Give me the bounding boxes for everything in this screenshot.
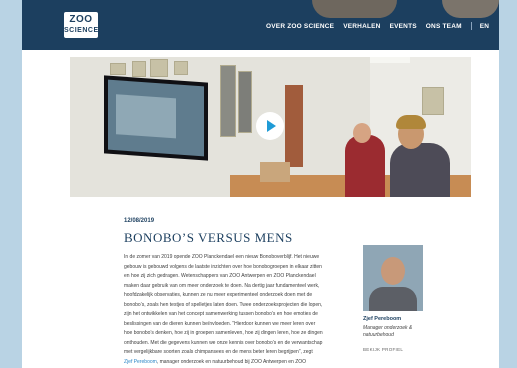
author-name: Zjef Pereboom [363, 316, 402, 322]
language-switch-en[interactable]: EN [480, 23, 489, 30]
site-header: ZOO SCIENCE OVER ZOO SCIENCE VERHALEN EV… [22, 0, 499, 50]
author-photo-face [381, 257, 405, 285]
article-line: maken daar gebruik van om meer onderzoek… [124, 282, 320, 289]
article-date: 12/08/2019 [124, 218, 155, 224]
author-inline-link[interactable]: Zjef Pereboom [124, 359, 157, 365]
play-button[interactable] [256, 112, 284, 140]
photo-wall [238, 71, 252, 133]
article-line: met vergelijkbare soorten zoals chimpans… [124, 349, 313, 355]
page: ZOO SCIENCE OVER ZOO SCIENCE VERHALEN EV… [22, 0, 499, 368]
author-profile-link[interactable]: BEKIJK PROFIEL [363, 347, 403, 352]
nav-events[interactable]: EVENTS [390, 23, 417, 30]
article-body: In de zomer van 2019 opende ZOO Plancken… [124, 253, 352, 367]
nav-divider [470, 22, 472, 30]
article-title: BONOBO’S VERSUS MENS [124, 230, 293, 245]
ceiling-light [370, 57, 410, 63]
article-card: 12/08/2019 BONOBO’S VERSUS MENS In de zo… [92, 197, 448, 368]
tv-screen [104, 75, 208, 161]
hero-door [285, 85, 303, 167]
left-background [0, 0, 22, 368]
nav-verhalen[interactable]: VERHALEN [343, 23, 380, 30]
wall-note [174, 61, 188, 75]
zoo-science-logo[interactable]: ZOO SCIENCE [64, 12, 98, 38]
article-line: hoofdzakelijk observaties, kunnen ze nu … [124, 292, 313, 298]
article-line: bonobo’s, zoals hen testjes of spelletje… [124, 301, 323, 308]
tv-image [108, 79, 204, 157]
play-icon [267, 120, 276, 132]
photo-wall [220, 65, 236, 137]
article-line: onthouden. Met die gegevens kunnen we on… [124, 339, 323, 346]
wall-note [150, 59, 168, 77]
article-line-last: Zjef Pereboom, manager onderzoek en natu… [124, 358, 352, 368]
article-line: In de zomer van 2019 opende ZOO Plancken… [124, 254, 320, 260]
researcher-2 [390, 143, 450, 197]
article-line: gebouw is gebouwd volgens de laatste inz… [124, 263, 322, 270]
nav-over-zoo-science[interactable]: OVER ZOO SCIENCE [266, 23, 334, 30]
logo-line-2: SCIENCE [64, 27, 99, 34]
author-photo [363, 245, 423, 311]
desk-box [260, 162, 290, 182]
article-line: en hoe zij zich gedragen. Wetenschappers… [124, 273, 316, 279]
hero-video[interactable] [70, 57, 471, 197]
right-background [499, 0, 517, 368]
tv-image-detail [116, 94, 176, 139]
header-animal-photo-2 [442, 0, 499, 18]
header-animal-photo [312, 0, 397, 18]
article-line: beslissingen van de dieren kunnen beïnvl… [124, 320, 316, 327]
nav-ons-team[interactable]: ONS TEAM [426, 23, 462, 30]
logo-line-1: ZOO [69, 14, 93, 25]
wall-poster [422, 87, 444, 115]
article-line: zijn het ontwikkelen van het concept sam… [124, 311, 318, 317]
wall-note [110, 63, 126, 75]
main-nav: OVER ZOO SCIENCE VERHALEN EVENTS ONS TEA… [266, 22, 498, 30]
article-line: hoe bonobo’s denken, hoe zij in groepen … [124, 330, 323, 336]
wall-note [132, 61, 146, 77]
researcher-2-hair [396, 115, 426, 129]
researcher-1 [345, 135, 385, 197]
article-line-rest: , manager onderzoek en natuurbehoud bij … [156, 358, 307, 365]
researcher-1-head [353, 123, 371, 143]
author-role: Manager onderzoek & natuurbehoud [363, 325, 413, 338]
author-photo-shirt [369, 287, 417, 311]
